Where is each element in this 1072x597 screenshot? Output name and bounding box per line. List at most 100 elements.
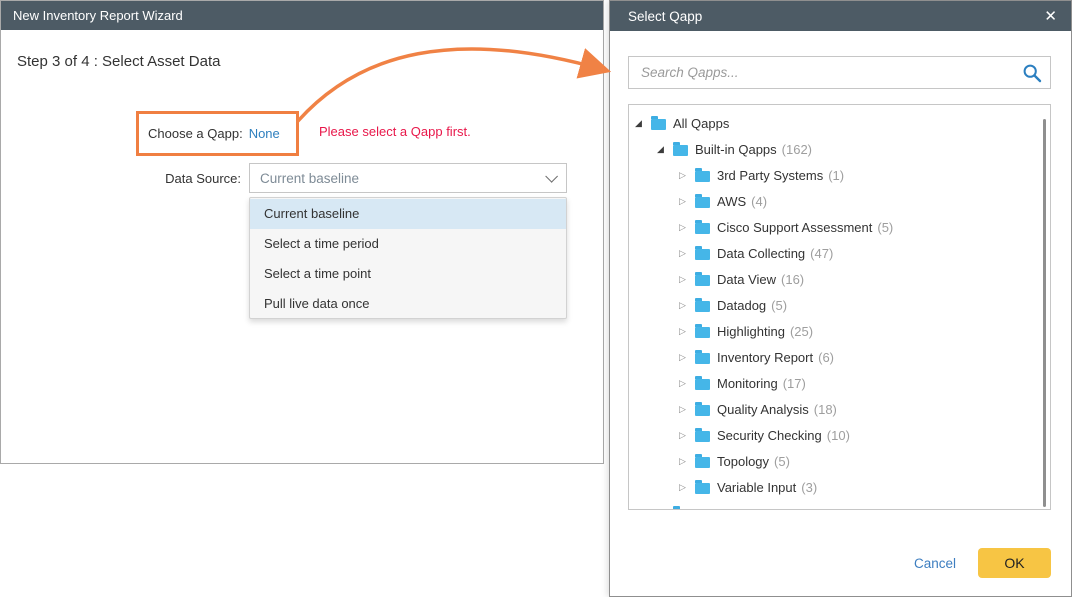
step-title: Step 3 of 4 : Select Asset Data bbox=[17, 53, 220, 70]
expand-toggle-icon[interactable] bbox=[679, 248, 695, 259]
data-source-dropdown: Current baselineSelect a time periodSele… bbox=[249, 197, 567, 319]
expand-toggle-icon[interactable] bbox=[679, 274, 695, 285]
folder-icon bbox=[695, 223, 710, 234]
select-qapp-title: Select Qapp bbox=[628, 9, 1044, 24]
chevron-down-icon bbox=[545, 170, 558, 183]
folder-icon bbox=[695, 431, 710, 442]
tree-item-label: Cisco Support Assessment bbox=[717, 220, 872, 235]
tree-item-count: (4) bbox=[751, 194, 767, 209]
expand-toggle-icon[interactable] bbox=[679, 222, 695, 233]
expand-toggle-icon[interactable] bbox=[679, 352, 695, 363]
qapp-search-box bbox=[628, 56, 1051, 89]
tree-item-count: (5) bbox=[877, 220, 893, 235]
qapp-tree: All Qapps Built-in Qapps (162) 3rd Party… bbox=[628, 104, 1051, 510]
expand-toggle-icon[interactable] bbox=[679, 430, 695, 441]
tree-item[interactable]: Quality Analysis (18) bbox=[629, 396, 1050, 422]
tree-item[interactable]: All Qapps bbox=[629, 110, 1050, 136]
expand-toggle-icon[interactable] bbox=[635, 118, 651, 129]
dropdown-option[interactable]: Select a time period bbox=[250, 229, 566, 259]
tree-item[interactable]: Security Checking (10) bbox=[629, 422, 1050, 448]
tree-item-count: (17) bbox=[783, 376, 806, 391]
tree-item[interactable]: Cisco Support Assessment (5) bbox=[629, 214, 1050, 240]
tree-item[interactable]: Inventory Report (6) bbox=[629, 344, 1050, 370]
tree-item-label: AWS bbox=[717, 194, 746, 209]
folder-icon bbox=[695, 275, 710, 286]
tree-item[interactable]: Highlighting (25) bbox=[629, 318, 1050, 344]
data-source-label: Data Source: bbox=[131, 171, 241, 186]
tree-item-label: Security Checking bbox=[717, 428, 822, 443]
tree-item[interactable]: 3rd Party Systems (1) bbox=[629, 162, 1050, 188]
folder-icon bbox=[695, 301, 710, 312]
choose-qapp-highlight-box: Choose a Qapp: None bbox=[136, 111, 299, 156]
qapp-search-input[interactable] bbox=[629, 57, 1022, 88]
folder-icon bbox=[695, 353, 710, 364]
select-qapp-titlebar: Select Qapp ✕ bbox=[610, 1, 1071, 31]
tree-item-count: (6) bbox=[818, 350, 834, 365]
folder-icon bbox=[695, 327, 710, 338]
tree-item[interactable] bbox=[629, 500, 1050, 510]
dialog-footer: Cancel OK bbox=[610, 530, 1071, 596]
qapp-warning-text: Please select a Qapp first. bbox=[319, 124, 471, 139]
tree-item-count: (3) bbox=[801, 480, 817, 495]
tree-item[interactable]: AWS (4) bbox=[629, 188, 1050, 214]
tree-item-label: Variable Input bbox=[717, 480, 796, 495]
tree-item-label: Topology bbox=[717, 454, 769, 469]
tree-item-count: (162) bbox=[782, 142, 812, 157]
tree-item-count: (16) bbox=[781, 272, 804, 287]
tree-item-label: Highlighting bbox=[717, 324, 785, 339]
tree-item-label: 3rd Party Systems bbox=[717, 168, 823, 183]
folder-icon bbox=[673, 509, 688, 511]
tree-item-label: Built-in Qapps bbox=[695, 142, 777, 157]
expand-toggle-icon[interactable] bbox=[679, 378, 695, 389]
folder-icon bbox=[651, 119, 666, 130]
choose-qapp-value-link[interactable]: None bbox=[249, 126, 280, 141]
ok-button[interactable]: OK bbox=[978, 548, 1051, 578]
data-source-select[interactable]: Current baseline bbox=[249, 163, 567, 193]
tree-item[interactable]: Built-in Qapps (162) bbox=[629, 136, 1050, 162]
tree-item-label: Inventory Report bbox=[717, 350, 813, 365]
dropdown-option[interactable]: Select a time point bbox=[250, 259, 566, 289]
select-qapp-dialog: Select Qapp ✕ All Qapps Built-in Qapps (… bbox=[609, 0, 1072, 597]
tree-item[interactable]: Data Collecting (47) bbox=[629, 240, 1050, 266]
expand-toggle-icon[interactable] bbox=[679, 326, 695, 337]
wizard-title: New Inventory Report Wizard bbox=[13, 8, 591, 23]
tree-item-label: Monitoring bbox=[717, 376, 778, 391]
tree-item-count: (5) bbox=[774, 454, 790, 469]
tree-item-label: Data View bbox=[717, 272, 776, 287]
close-icon[interactable]: ✕ bbox=[1044, 9, 1057, 24]
folder-icon bbox=[695, 405, 710, 416]
tree-item-label: Data Collecting bbox=[717, 246, 805, 261]
tree-item[interactable]: Data View (16) bbox=[629, 266, 1050, 292]
folder-icon bbox=[695, 379, 710, 390]
folder-icon bbox=[695, 171, 710, 182]
search-icon[interactable] bbox=[1022, 63, 1042, 83]
choose-qapp-label: Choose a Qapp: bbox=[148, 126, 243, 141]
tree-item-label: All Qapps bbox=[673, 116, 729, 131]
tree-item-label: Datadog bbox=[717, 298, 766, 313]
expand-toggle-icon[interactable] bbox=[679, 404, 695, 415]
tree-item[interactable]: Datadog (5) bbox=[629, 292, 1050, 318]
tree-item[interactable]: Variable Input (3) bbox=[629, 474, 1050, 500]
folder-icon bbox=[695, 249, 710, 260]
expand-toggle-icon[interactable] bbox=[657, 144, 673, 155]
folder-icon bbox=[695, 197, 710, 208]
expand-toggle-icon[interactable] bbox=[679, 170, 695, 181]
tree-item-count: (1) bbox=[828, 168, 844, 183]
expand-toggle-icon[interactable] bbox=[679, 482, 695, 493]
folder-icon bbox=[695, 457, 710, 468]
tree-item-count: (10) bbox=[827, 428, 850, 443]
tree-item[interactable]: Monitoring (17) bbox=[629, 370, 1050, 396]
dropdown-option[interactable]: Current baseline bbox=[250, 199, 566, 229]
wizard-titlebar: New Inventory Report Wizard bbox=[1, 1, 603, 30]
tree-item[interactable]: Topology (5) bbox=[629, 448, 1050, 474]
cancel-button[interactable]: Cancel bbox=[914, 556, 956, 571]
expand-toggle-icon[interactable] bbox=[679, 196, 695, 207]
tree-scrollbar[interactable] bbox=[1043, 119, 1046, 507]
folder-icon bbox=[673, 145, 688, 156]
tree-item-label: Quality Analysis bbox=[717, 402, 809, 417]
expand-toggle-icon[interactable] bbox=[679, 456, 695, 467]
dropdown-option[interactable]: Pull live data once bbox=[250, 289, 566, 319]
expand-toggle-icon[interactable] bbox=[679, 300, 695, 311]
folder-icon bbox=[695, 483, 710, 494]
tree-item-count: (18) bbox=[814, 402, 837, 417]
